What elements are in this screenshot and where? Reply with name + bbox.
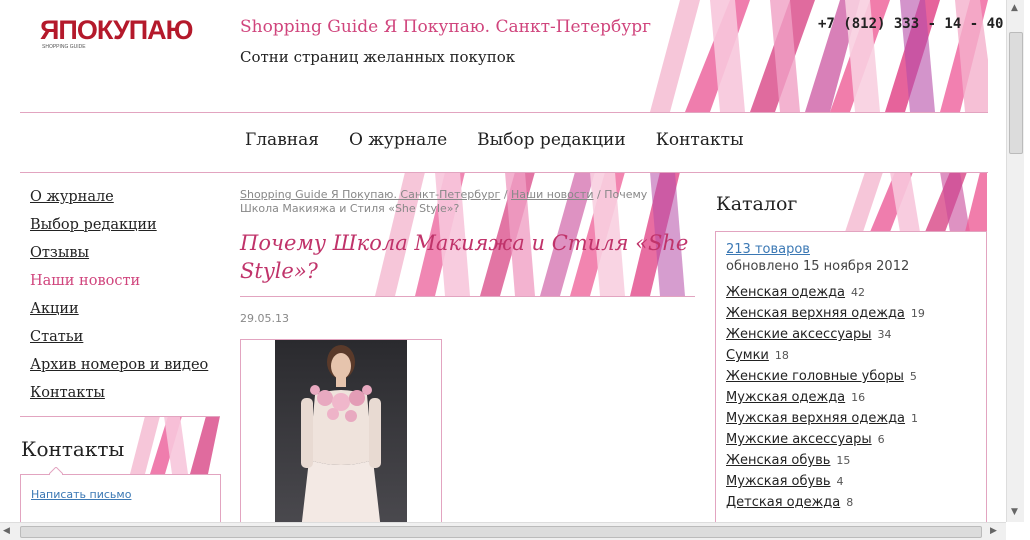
- catalog-item-count: 1: [911, 412, 919, 425]
- logo-tagline: SHOPPING GUIDE: [42, 44, 86, 50]
- article-date: 29.05.13: [240, 312, 289, 325]
- catalog-item-link[interactable]: Сумки: [726, 348, 769, 363]
- horizontal-scrollbar-thumb[interactable]: [20, 526, 982, 538]
- contacts-stripes-decoration: [130, 416, 220, 474]
- catalog-item: Женская одежда 42: [726, 285, 981, 306]
- breadcrumb: Shopping Guide Я Покупаю. Санкт-Петербур…: [240, 188, 680, 216]
- catalog-item-link[interactable]: Мужские аксессуары: [726, 432, 872, 447]
- breadcrumb-separator: /: [593, 188, 605, 201]
- scroll-left-arrow-icon[interactable]: ◀: [3, 526, 10, 536]
- catalog-item: Женские головные уборы 5: [726, 369, 981, 390]
- vertical-scrollbar[interactable]: ▲ ▼: [1006, 0, 1024, 522]
- contacts-title: Контакты: [21, 437, 125, 461]
- catalog-item: Сумки 18: [726, 348, 981, 369]
- catalog-item-link[interactable]: Детская одежда: [726, 495, 840, 510]
- catalog-item-count: 42: [851, 286, 866, 299]
- horizontal-scrollbar[interactable]: ◀ ▶: [0, 522, 1006, 540]
- catalog-item: Женская обувь 15: [726, 453, 981, 474]
- catalog-item-count: 34: [877, 328, 892, 341]
- sidebar-item-promotions[interactable]: Акции: [30, 298, 230, 326]
- article-photo-frame: [240, 339, 442, 531]
- article-divider: [240, 296, 695, 297]
- breadcrumb-home-link[interactable]: Shopping Guide Я Покупаю. Санкт-Петербур…: [240, 188, 500, 201]
- vertical-scrollbar-thumb[interactable]: [1009, 32, 1023, 154]
- catalog-item: Детская одежда 8: [726, 495, 981, 516]
- catalog-item-link[interactable]: Женская обувь: [726, 453, 830, 468]
- catalog-item-link[interactable]: Женская одежда: [726, 285, 845, 300]
- catalog-item-link[interactable]: Мужская обувь: [726, 474, 831, 489]
- catalog-item-link[interactable]: Мужская верхняя одежда: [726, 411, 905, 426]
- catalog-item: Мужская обувь 4: [726, 474, 981, 495]
- breadcrumb-separator: /: [500, 188, 512, 201]
- site-logo[interactable]: ЯПОКУПАЮ SHOPPING GUIDE: [40, 14, 205, 50]
- article-title: Почему Школа Макияжа и Стиля «She Style»…: [240, 231, 689, 283]
- catalog-item-count: 4: [836, 475, 844, 488]
- sidebar-item-about[interactable]: О журнале: [30, 186, 230, 214]
- contacts-box-top-border: [20, 474, 50, 475]
- sidebar-navigation: О журнале Выбор редакции Отзывы Наши нов…: [30, 186, 230, 410]
- site-title: Shopping Guide Я Покупаю. Санкт-Петербур…: [240, 17, 651, 37]
- catalog-item-count: 19: [910, 307, 925, 320]
- topnav-item-about[interactable]: О журнале: [349, 130, 447, 150]
- sidebar-item-archive[interactable]: Архив номеров и видео: [30, 354, 230, 382]
- phone-number: +7 (812) 333 - 14 - 40: [818, 16, 1004, 32]
- catalog-item: Мужская одежда 16: [726, 390, 981, 411]
- catalog-stripes-decoration: [845, 172, 987, 232]
- catalog-item-count: 15: [836, 454, 851, 467]
- catalog-item-count: 5: [909, 370, 917, 383]
- breadcrumb-section-link[interactable]: Наши новости: [511, 188, 593, 201]
- top-navigation: Главная О журнале Выбор редакции Контакт…: [245, 130, 744, 150]
- sidebar-item-contacts[interactable]: Контакты: [30, 382, 230, 410]
- sidebar-divider: [20, 416, 220, 417]
- scroll-up-arrow-icon[interactable]: ▲: [1011, 3, 1018, 13]
- topnav-item-editors-choice[interactable]: Выбор редакции: [477, 130, 626, 150]
- catalog-item-count: 16: [851, 391, 866, 404]
- contacts-pointer-icon: [49, 467, 63, 475]
- scroll-right-arrow-icon[interactable]: ▶: [990, 526, 997, 536]
- catalog-list: Женская одежда 42 Женская верхняя одежда 1…: [726, 285, 981, 516]
- catalog-item: Женская верхняя одежда 19: [726, 306, 981, 327]
- catalog-item-count: 18: [774, 349, 789, 362]
- sidebar-item-news[interactable]: Наши новости: [30, 270, 230, 298]
- write-letter-link[interactable]: Написать письмо: [31, 488, 131, 501]
- catalog-item: Мужская верхняя одежда 1: [726, 411, 981, 432]
- catalog-item-link[interactable]: Женская верхняя одежда: [726, 306, 905, 321]
- catalog-item: Женские аксессуары 34: [726, 327, 981, 348]
- catalog-count-link[interactable]: 213 товаров: [726, 242, 810, 257]
- sidebar-item-articles[interactable]: Статьи: [30, 326, 230, 354]
- catalog-item-count: 8: [846, 496, 854, 509]
- catalog-item-link[interactable]: Мужская одежда: [726, 390, 845, 405]
- catalog-updated-date: обновлено 15 ноября 2012: [726, 259, 910, 274]
- catalog-title: Каталог: [716, 193, 798, 215]
- contacts-box-top-border-right: [62, 474, 220, 475]
- topnav-item-home[interactable]: Главная: [245, 130, 319, 150]
- article-photo[interactable]: [275, 340, 407, 530]
- header-divider: [20, 112, 988, 113]
- scroll-down-arrow-icon[interactable]: ▼: [1011, 507, 1018, 517]
- sidebar-item-reviews[interactable]: Отзывы: [30, 242, 230, 270]
- sidebar-item-editors-choice[interactable]: Выбор редакции: [30, 214, 230, 242]
- logo-wordmark: ЯПОКУПАЮ: [40, 15, 193, 45]
- topnav-item-contacts[interactable]: Контакты: [656, 130, 744, 150]
- catalog-item-count: 6: [877, 433, 885, 446]
- catalog-item-link[interactable]: Женские головные уборы: [726, 369, 904, 384]
- catalog-item-link[interactable]: Женские аксессуары: [726, 327, 872, 342]
- catalog-item: Мужские аксессуары 6: [726, 432, 981, 453]
- nav-divider: [20, 172, 988, 173]
- site-subtitle: Сотни страниц желанных покупок: [240, 48, 516, 66]
